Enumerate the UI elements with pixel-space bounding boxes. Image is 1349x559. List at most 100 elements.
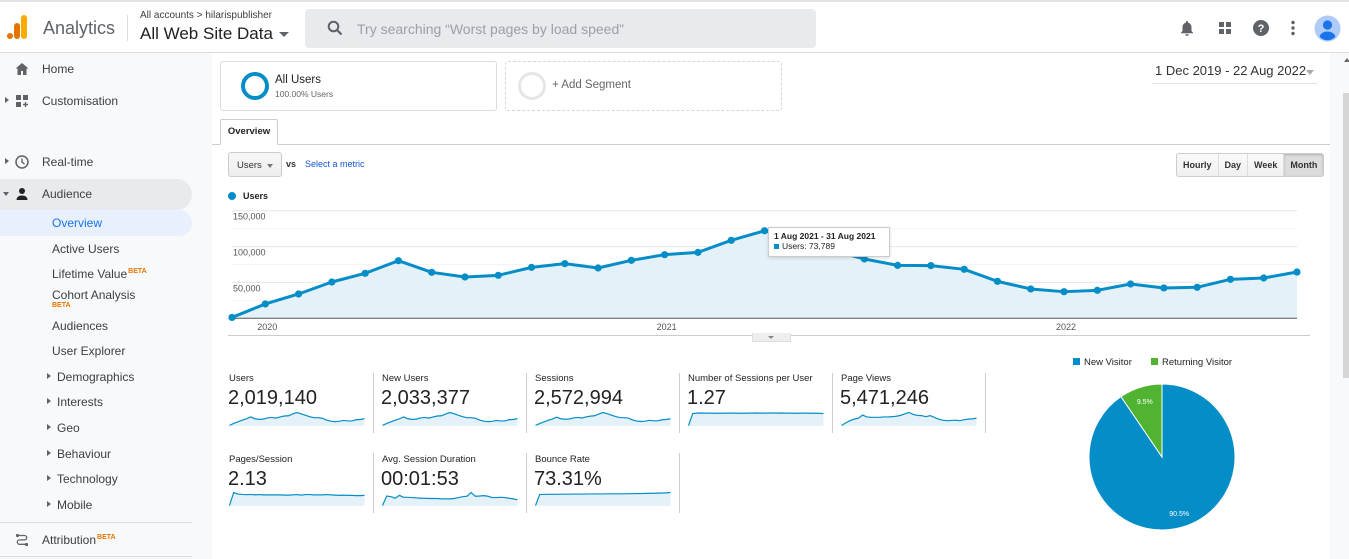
svg-text:?: ? xyxy=(1258,23,1265,35)
metric-card-sessions-per-user[interactable]: Number of Sessions per User 1.27 xyxy=(687,370,833,436)
sparkline-avg-session-duration xyxy=(382,491,518,506)
data-point-mar-2022[interactable] xyxy=(1126,280,1135,288)
granularity-day-button[interactable]: Day xyxy=(1219,154,1249,176)
sparkline-fill xyxy=(382,412,518,426)
sparkline-fill xyxy=(229,412,365,426)
metric-card-new-users[interactable]: New Users 2,033,377 xyxy=(381,370,527,436)
segment-color-ring-icon xyxy=(241,72,269,100)
data-point-may-2022[interactable] xyxy=(1193,283,1201,291)
data-point-jun-2020[interactable] xyxy=(428,268,436,276)
scroll-up-arrow-icon[interactable] xyxy=(1344,58,1349,62)
metric-separator xyxy=(679,373,680,433)
tooltip-value: Users: 73,789 xyxy=(782,241,835,251)
sidebar-item-realtime[interactable]: Real-time xyxy=(0,149,192,175)
data-point-oct-2021[interactable] xyxy=(960,265,968,273)
data-point-feb-2021[interactable] xyxy=(694,248,702,256)
sidebar-item-overview[interactable]: Overview xyxy=(0,210,192,236)
data-point-dec-2021[interactable] xyxy=(1027,285,1035,293)
sidebar-item-audiences[interactable]: Audiences xyxy=(0,313,192,339)
sidebar-item-interests[interactable]: Interests xyxy=(0,389,192,415)
data-point-jul-2022[interactable] xyxy=(1260,274,1268,282)
data-point-mar-2020[interactable] xyxy=(328,278,336,286)
notifications-bell-icon[interactable] xyxy=(1178,19,1196,37)
data-point-jan-2020[interactable] xyxy=(261,300,269,308)
sidebar-item-active-users[interactable]: Active Users xyxy=(0,236,192,262)
data-point-aug-2022[interactable] xyxy=(1293,268,1301,276)
metric-separator xyxy=(526,453,527,513)
data-point-jul-2020[interactable] xyxy=(461,273,469,281)
help-icon[interactable]: ? xyxy=(1252,19,1270,37)
data-point-jun-2022[interactable] xyxy=(1226,275,1235,283)
header-divider xyxy=(127,15,128,41)
scrollbar-thumb[interactable] xyxy=(1343,93,1349,378)
add-segment-button[interactable]: + Add Segment xyxy=(505,61,782,111)
data-point-feb-2022[interactable] xyxy=(1093,286,1101,294)
data-point-nov-2021[interactable] xyxy=(993,277,1002,285)
metric-card-page-views[interactable]: Page Views 5,471,246 xyxy=(840,370,986,436)
sidebar-item-home[interactable]: Home xyxy=(0,56,192,82)
more-vert-icon[interactable] xyxy=(1284,19,1302,37)
chevron-down-icon xyxy=(267,164,273,168)
sidebar-divider xyxy=(0,522,192,523)
search-icon xyxy=(327,20,343,36)
metric-card-sessions[interactable]: Sessions 2,572,994 xyxy=(534,370,680,436)
date-range-picker[interactable]: 1 Dec 2019 - 22 Aug 2022 xyxy=(1152,63,1317,84)
sidebar-item-customisation[interactable]: Customisation xyxy=(0,88,192,114)
data-point-aug-2021[interactable] xyxy=(894,261,902,269)
search-box[interactable] xyxy=(305,9,816,48)
metric-separator xyxy=(373,453,374,513)
sparkline-fill xyxy=(535,412,671,426)
home-icon xyxy=(15,63,29,75)
sparkline-sessions xyxy=(535,411,671,426)
data-point-aug-2020[interactable] xyxy=(494,271,502,279)
data-point-may-2020[interactable] xyxy=(394,257,403,265)
primary-metric-dropdown[interactable]: Users xyxy=(228,152,282,177)
metric-card-users[interactable]: Users 2,019,140 xyxy=(228,370,374,436)
sidebar-item-audience[interactable]: Audience xyxy=(0,181,192,207)
sidebar-item-demographics[interactable]: Demographics xyxy=(0,364,192,390)
granularity-week-button[interactable]: Week xyxy=(1248,154,1285,176)
sidebar-item-technology[interactable]: Technology xyxy=(0,466,192,492)
metric-card-avg-session-duration[interactable]: Avg. Session Duration 00:01:53 xyxy=(381,451,527,517)
data-point-jan-2021[interactable] xyxy=(661,251,669,259)
metric-card-pages-per-session[interactable]: Pages/Session 2.13 xyxy=(228,451,374,517)
granularity-hourly-button[interactable]: Hourly xyxy=(1177,154,1219,176)
sidebar-item-mobile[interactable]: Mobile xyxy=(0,492,192,518)
data-point-apr-2022[interactable] xyxy=(1160,284,1168,292)
expand-arrow-icon xyxy=(5,97,9,103)
data-point-nov-2020[interactable] xyxy=(594,264,602,272)
data-point-feb-2020[interactable] xyxy=(294,290,303,298)
users-line-chart: 50,000 100,000 150,000 2020 2021 2022 xyxy=(228,210,1301,332)
select-metric-link[interactable]: Select a metric xyxy=(305,159,365,169)
sidebar-item-behaviour[interactable]: Behaviour xyxy=(0,441,192,467)
segment-all-users[interactable]: All Users 100.00% Users xyxy=(220,61,497,111)
data-point-mar-2021[interactable] xyxy=(727,236,735,244)
search-input[interactable] xyxy=(355,9,795,48)
sparkline-users xyxy=(229,411,365,426)
account-avatar[interactable] xyxy=(1314,15,1341,42)
data-point-sep-2021[interactable] xyxy=(927,261,935,270)
sidebar-item-geo[interactable]: Geo xyxy=(0,415,192,441)
data-point-dec-2020[interactable] xyxy=(627,256,635,264)
view-selector[interactable]: All Web Site Data xyxy=(140,24,289,44)
data-point-dec-2019[interactable] xyxy=(228,313,236,322)
apps-grid-icon[interactable] xyxy=(1216,19,1234,37)
chart-expand-handle[interactable] xyxy=(752,333,791,342)
chevron-down-icon xyxy=(768,336,774,339)
granularity-month-button[interactable]: Month xyxy=(1284,154,1324,176)
tooltip-date: 1 Aug 2021 - 31 Aug 2021 xyxy=(774,231,876,241)
empty-segment-ring-icon xyxy=(518,72,546,100)
data-point-apr-2020[interactable] xyxy=(361,269,369,277)
data-point-sep-2020[interactable] xyxy=(527,263,536,271)
account-breadcrumb[interactable]: All accounts > hilarispublisher xyxy=(140,10,272,21)
sidebar-item-user-explorer[interactable]: User Explorer xyxy=(0,338,192,364)
data-point-oct-2020[interactable] xyxy=(561,260,569,268)
sidebar-item-attribution[interactable]: AttributionBETA xyxy=(0,527,192,553)
tab-overview[interactable]: Overview xyxy=(220,119,278,145)
metric-card-bounce-rate[interactable]: Bounce Rate 73.31% xyxy=(534,451,680,517)
sidebar-item-cohort-analysis[interactable]: Cohort Analysis BETA xyxy=(0,282,192,312)
analytics-logo-icon[interactable] xyxy=(7,15,29,39)
granularity-toggle: Hourly Day Week Month xyxy=(1176,153,1325,177)
data-point-jan-2022[interactable] xyxy=(1060,288,1068,296)
sparkline-bounce-rate xyxy=(535,491,671,506)
